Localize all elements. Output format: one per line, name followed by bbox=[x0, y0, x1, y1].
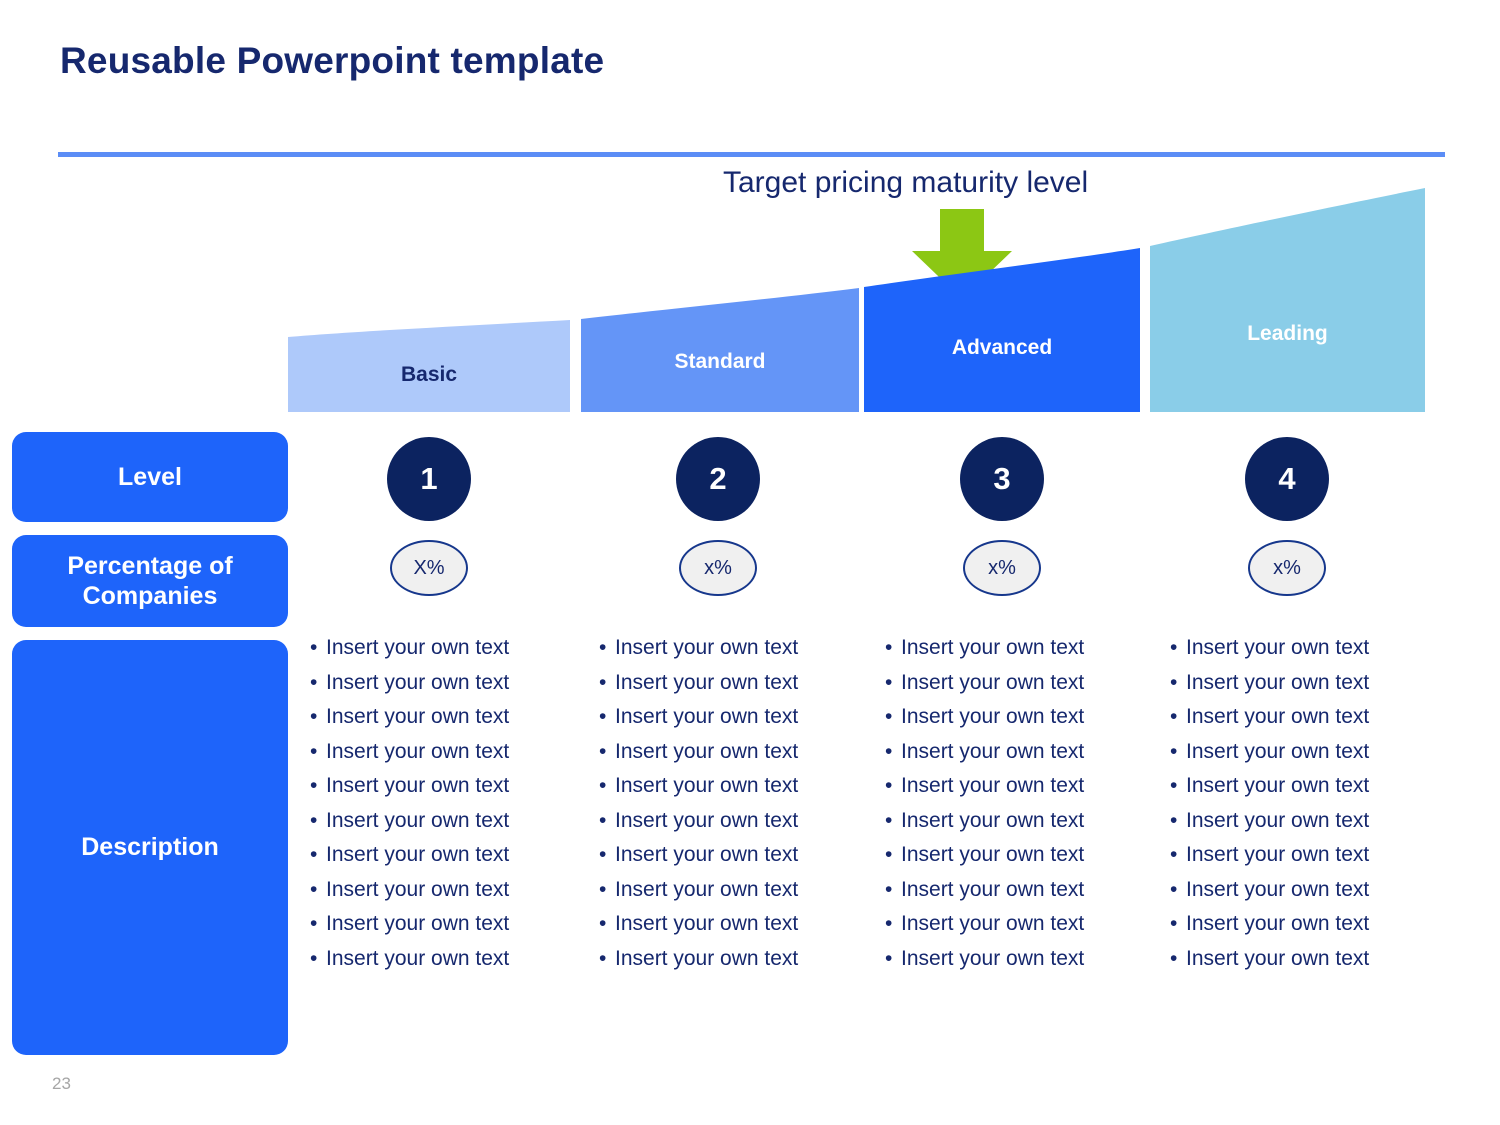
row-header-level: Level bbox=[12, 432, 288, 522]
list-item: Insert your own text bbox=[300, 873, 570, 908]
page-number: 23 bbox=[52, 1074, 71, 1093]
list-item: Insert your own text bbox=[875, 735, 1143, 770]
maturity-column-basic: 1 X% Insert your own text Insert your ow… bbox=[288, 432, 570, 976]
page-title: Reusable Powerpoint template bbox=[60, 40, 605, 81]
list-item: Insert your own text bbox=[1160, 873, 1428, 908]
list-item: Insert your own text bbox=[589, 942, 859, 977]
list-item: Insert your own text bbox=[300, 631, 570, 666]
percentage-oval-3: x% bbox=[963, 540, 1041, 596]
maturity-column-advanced: 3 x% Insert your own text Insert your ow… bbox=[861, 432, 1143, 976]
list-item: Insert your own text bbox=[875, 631, 1143, 666]
list-item: Insert your own text bbox=[300, 666, 570, 701]
maturity-column-standard: 2 x% Insert your own text Insert your ow… bbox=[577, 432, 859, 976]
list-item: Insert your own text bbox=[589, 838, 859, 873]
target-callout-label: Target pricing maturity level bbox=[723, 166, 1089, 199]
bar-label-leading: Leading bbox=[1247, 322, 1328, 345]
list-item: Insert your own text bbox=[875, 700, 1143, 735]
list-item: Insert your own text bbox=[589, 804, 859, 839]
bullet-list-leading: Insert your own text Insert your own tex… bbox=[1146, 631, 1428, 976]
maturity-column-leading: 4 x% Insert your own text Insert your ow… bbox=[1146, 432, 1428, 976]
level-circle-4: 4 bbox=[1245, 437, 1329, 521]
bar-label-basic: Basic bbox=[400, 363, 458, 386]
percentage-oval-4: x% bbox=[1248, 540, 1326, 596]
list-item: Insert your own text bbox=[300, 907, 570, 942]
title-divider bbox=[58, 152, 1445, 157]
list-item: Insert your own text bbox=[1160, 666, 1428, 701]
list-item: Insert your own text bbox=[1160, 942, 1428, 977]
row-header-description: Description bbox=[12, 640, 288, 1055]
list-item: Insert your own text bbox=[875, 666, 1143, 701]
list-item: Insert your own text bbox=[589, 700, 859, 735]
list-item: Insert your own text bbox=[300, 804, 570, 839]
bullet-list-standard: Insert your own text Insert your own tex… bbox=[577, 631, 859, 976]
bullet-list-basic: Insert your own text Insert your own tex… bbox=[288, 631, 570, 976]
list-item: Insert your own text bbox=[589, 735, 859, 770]
list-item: Insert your own text bbox=[875, 769, 1143, 804]
list-item: Insert your own text bbox=[300, 838, 570, 873]
list-item: Insert your own text bbox=[589, 769, 859, 804]
list-item: Insert your own text bbox=[300, 942, 570, 977]
list-item: Insert your own text bbox=[300, 735, 570, 770]
bar-leading bbox=[1150, 188, 1425, 412]
list-item: Insert your own text bbox=[589, 907, 859, 942]
level-circle-2: 2 bbox=[676, 437, 760, 521]
list-item: Insert your own text bbox=[1160, 838, 1428, 873]
level-circle-3: 3 bbox=[960, 437, 1044, 521]
list-item: Insert your own text bbox=[875, 942, 1143, 977]
list-item: Insert your own text bbox=[300, 700, 570, 735]
list-item: Insert your own text bbox=[875, 804, 1143, 839]
row-header-percentage: Percentage of Companies bbox=[12, 535, 288, 627]
list-item: Insert your own text bbox=[875, 838, 1143, 873]
bar-label-standard: Standard bbox=[674, 350, 766, 373]
list-item: Insert your own text bbox=[300, 769, 570, 804]
list-item: Insert your own text bbox=[1160, 735, 1428, 770]
list-item: Insert your own text bbox=[1160, 631, 1428, 666]
list-item: Insert your own text bbox=[1160, 700, 1428, 735]
list-item: Insert your own text bbox=[1160, 769, 1428, 804]
level-circle-1: 1 bbox=[387, 437, 471, 521]
list-item: Insert your own text bbox=[589, 631, 859, 666]
list-item: Insert your own text bbox=[875, 873, 1143, 908]
list-item: Insert your own text bbox=[1160, 804, 1428, 839]
percentage-oval-2: x% bbox=[679, 540, 757, 596]
list-item: Insert your own text bbox=[589, 666, 859, 701]
percentage-oval-1: X% bbox=[390, 540, 468, 596]
list-item: Insert your own text bbox=[1160, 907, 1428, 942]
bar-label-advanced: Advanced bbox=[951, 336, 1053, 359]
list-item: Insert your own text bbox=[589, 873, 859, 908]
bullet-list-advanced: Insert your own text Insert your own tex… bbox=[861, 631, 1143, 976]
down-arrow-icon bbox=[912, 209, 1012, 299]
list-item: Insert your own text bbox=[875, 907, 1143, 942]
